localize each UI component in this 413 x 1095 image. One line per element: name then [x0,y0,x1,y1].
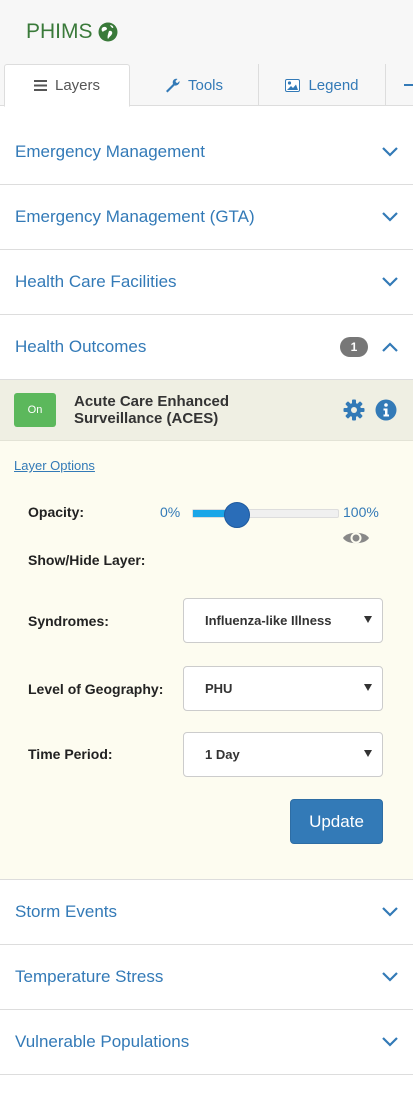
layer-name: Acute Care Enhanced Surveillance (ACES) [74,393,230,427]
geography-select[interactable]: PHU [183,666,383,711]
time-period-select[interactable]: 1 Day [183,732,383,777]
time-period-select-value: 1 Day [205,747,240,762]
accordion-item[interactable]: Vulnerable Populations [0,1010,413,1075]
app-title: PHIMS [26,20,93,43]
accordion-item[interactable]: Storm Events [0,880,413,945]
show-hide-label: Show/Hide Layer: [28,552,146,568]
accordion-item-label: Storm Events [15,902,118,921]
tab-legend[interactable]: Legend [259,64,385,106]
accordion-item[interactable]: Emergency Management [0,120,413,185]
syndromes-select[interactable]: Influenza-like Illness [183,598,383,643]
globe-icon [98,22,118,42]
time-period-label: Time Period: [28,746,113,762]
opacity-slider-handle[interactable] [224,502,251,528]
layer-options-panel: Layer Options Opacity: 0% 100% Show/Hide… [0,441,413,880]
chevron-down-icon [382,277,398,287]
tab-tools-label: Tools [187,76,224,94]
accordion-item-health-outcomes[interactable]: Health Outcomes 1 [0,315,413,380]
tab-more-indicator[interactable] [404,84,413,86]
caret-down-icon [364,616,372,623]
update-button[interactable]: Update [290,799,383,844]
opacity-min-label: 0% [160,504,181,520]
chevron-down-icon [382,147,398,157]
caret-down-icon [364,750,372,757]
accordion-item-label: Health Outcomes [15,337,147,356]
opacity-label: Opacity: [28,504,85,520]
accordion-item-label: Vulnerable Populations [15,1032,190,1051]
layer-accordion: Emergency Management Emergency Managemen… [0,120,413,1095]
accordion-item-label: Temperature Stress [15,967,164,986]
chevron-down-icon [382,212,398,222]
layer-row-aces: On Acute Care Enhanced Surveillance (ACE… [0,380,413,441]
accordion-item-label: Emergency Management [15,142,205,161]
panel-tabs: Layers Tools Legend [0,64,413,107]
tab-legend-label: Legend [308,76,359,94]
eye-icon[interactable] [342,529,370,547]
list-icon [33,80,47,91]
geography-select-value: PHU [205,681,233,696]
accordion-item[interactable]: Temperature Stress [0,945,413,1010]
chevron-up-icon [382,342,398,352]
tab-tools[interactable]: Tools [130,64,258,106]
accordion-item[interactable]: Emergency Management (GTA) [0,185,413,250]
accordion-spacer [0,1075,413,1095]
accordion-item-label: Health Care Facilities [15,272,177,291]
accordion-item-controls: 1 [340,337,398,357]
tab-layers-label: Layers [54,77,101,94]
accordion-item[interactable]: Health Care Facilities [0,250,413,315]
caret-down-icon [364,684,372,691]
geography-label: Level of Geography: [28,681,164,697]
opacity-slider[interactable] [192,502,339,528]
tab-separator [385,64,386,106]
app-header: PHIMS [0,0,413,64]
active-count-badge: 1 [340,337,368,357]
opacity-max-label: 100% [343,504,379,520]
info-icon[interactable] [375,399,397,421]
layer-actions [343,399,397,421]
wrench-icon [165,78,180,93]
image-icon [285,78,301,92]
chevron-down-icon [382,907,398,917]
layer-options-link[interactable]: Layer Options [14,458,95,473]
syndromes-label: Syndromes: [28,613,109,629]
tab-layers[interactable]: Layers [4,64,130,107]
chevron-down-icon [382,972,398,982]
gear-icon[interactable] [343,399,365,421]
app-brand[interactable]: PHIMS [26,20,118,44]
syndromes-select-value: Influenza-like Illness [205,613,332,628]
layer-toggle-button[interactable]: On [14,393,56,427]
chevron-down-icon [382,1037,398,1047]
accordion-item-label: Emergency Management (GTA) [15,207,255,226]
